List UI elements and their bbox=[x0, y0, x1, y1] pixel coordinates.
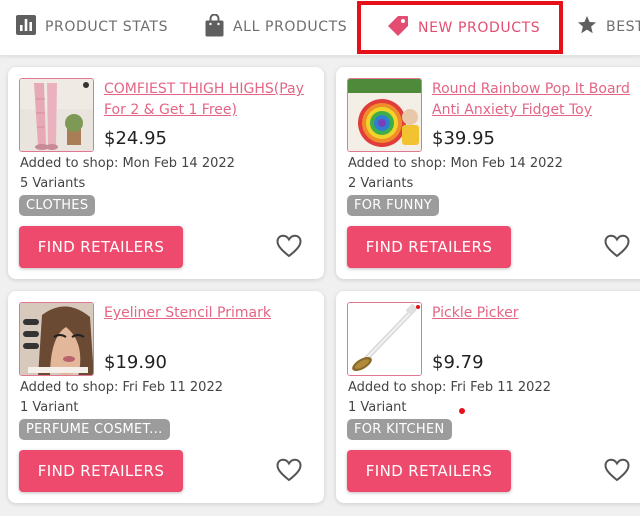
product-image[interactable] bbox=[19, 78, 94, 152]
tab-bar: PRODUCT STATS ALL PRODUCTS NEW PRODUCTS … bbox=[0, 0, 640, 56]
product-price: $24.95 bbox=[104, 128, 167, 149]
heart-icon[interactable] bbox=[276, 234, 302, 258]
red-dot-marker bbox=[459, 408, 465, 414]
product-title-link[interactable]: Pickle Picker bbox=[432, 303, 638, 324]
variant-count: 1 Variant bbox=[20, 400, 79, 415]
product-title-link[interactable]: Eyeliner Stencil Primark bbox=[104, 303, 310, 324]
find-retailers-button[interactable]: FIND RETAILERS bbox=[19, 450, 183, 492]
heart-icon[interactable] bbox=[604, 458, 630, 482]
tab-new-products[interactable]: NEW PRODUCTS bbox=[357, 1, 563, 54]
tab-label: BEST bbox=[606, 19, 640, 35]
variant-count: 1 Variant bbox=[348, 400, 407, 415]
heart-icon[interactable] bbox=[604, 234, 630, 258]
tab-label: PRODUCT STATS bbox=[45, 19, 169, 35]
shopping-bag-icon bbox=[205, 13, 224, 41]
category-tag[interactable]: FOR KITCHEN bbox=[347, 419, 452, 440]
product-image[interactable] bbox=[19, 302, 94, 376]
product-price: $9.79 bbox=[432, 352, 484, 373]
category-tag[interactable]: CLOTHES bbox=[19, 195, 96, 216]
product-image[interactable] bbox=[347, 78, 422, 152]
product-card: Pickle Picker $9.79 Added to shop: Fri F… bbox=[336, 291, 640, 503]
product-price: $19.90 bbox=[104, 352, 167, 373]
price-tag-icon bbox=[387, 15, 409, 41]
product-title-link[interactable]: COMFIEST THIGH HIGHS(Pay For 2 & Get 1 F… bbox=[104, 79, 310, 121]
heart-icon[interactable] bbox=[276, 458, 302, 482]
bar-chart-icon bbox=[16, 15, 36, 39]
product-card: COMFIEST THIGH HIGHS(Pay For 2 & Get 1 F… bbox=[8, 67, 324, 279]
product-card: Round Rainbow Pop It Board Anti Anxiety … bbox=[336, 67, 640, 279]
category-tag[interactable]: PERFUME COSMET... bbox=[19, 419, 170, 440]
product-price: $39.95 bbox=[432, 128, 495, 149]
find-retailers-button[interactable]: FIND RETAILERS bbox=[347, 226, 511, 268]
product-card: Eyeliner Stencil Primark $19.90 Added to… bbox=[8, 291, 324, 503]
find-retailers-button[interactable]: FIND RETAILERS bbox=[347, 450, 511, 492]
variant-count: 2 Variants bbox=[348, 176, 414, 191]
tab-best[interactable]: BEST bbox=[577, 0, 640, 54]
added-date: Added to shop: Fri Feb 11 2022 bbox=[20, 380, 223, 395]
tab-label: ALL PRODUCTS bbox=[233, 19, 348, 35]
product-image[interactable] bbox=[347, 302, 422, 376]
star-icon bbox=[577, 15, 597, 39]
added-date: Added to shop: Mon Feb 14 2022 bbox=[20, 156, 235, 171]
added-date: Added to shop: Fri Feb 11 2022 bbox=[348, 380, 551, 395]
category-tag[interactable]: FOR FUNNY bbox=[347, 195, 439, 216]
tab-product-stats[interactable]: PRODUCT STATS bbox=[16, 0, 168, 54]
added-date: Added to shop: Mon Feb 14 2022 bbox=[348, 156, 563, 171]
product-title-link[interactable]: Round Rainbow Pop It Board Anti Anxiety … bbox=[432, 79, 638, 121]
variant-count: 5 Variants bbox=[20, 176, 86, 191]
find-retailers-button[interactable]: FIND RETAILERS bbox=[19, 226, 183, 268]
tab-all-products[interactable]: ALL PRODUCTS bbox=[205, 0, 347, 54]
tab-label: NEW PRODUCTS bbox=[418, 19, 541, 36]
